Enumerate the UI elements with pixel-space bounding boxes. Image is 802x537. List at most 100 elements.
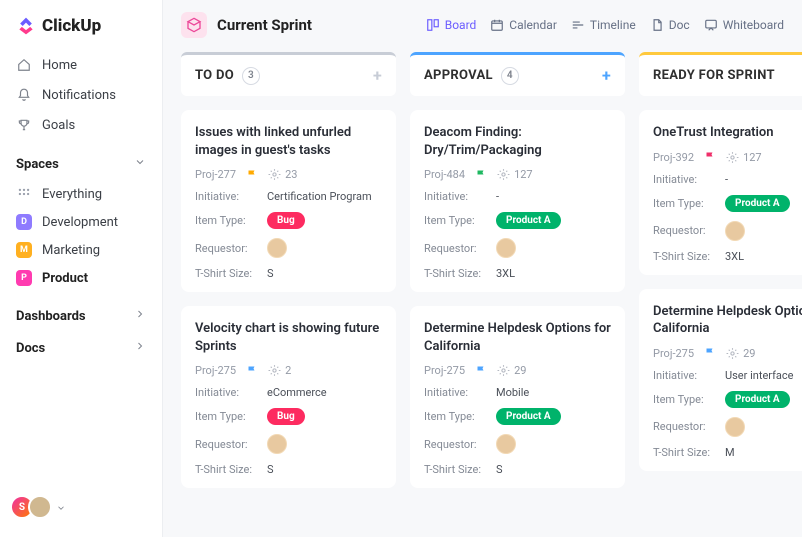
nav-home[interactable]: Home	[0, 50, 162, 80]
task-card[interactable]: Velocity chart is showing future Sprints…	[181, 306, 396, 488]
docs-header[interactable]: Docs	[0, 332, 162, 364]
nav-goals[interactable]: Goals	[0, 110, 162, 140]
doc-icon	[650, 18, 664, 32]
brand-logo[interactable]: ClickUp	[0, 12, 162, 50]
task-card[interactable]: OneTrust IntegrationProj-392127Initiativ…	[639, 110, 802, 275]
item-type-pill: Product A	[725, 391, 790, 408]
add-card-button[interactable]: +	[373, 66, 382, 85]
card-title: Deacom Finding: Dry/Trim/Packaging	[424, 124, 611, 159]
card-meta: Proj-484127	[424, 168, 611, 181]
tab-calendar-label: Calendar	[509, 18, 557, 32]
task-card[interactable]: Determine Helpdesk Options for Californi…	[410, 306, 625, 488]
add-card-button[interactable]: +	[602, 66, 611, 85]
tab-doc[interactable]: Doc	[650, 18, 690, 32]
metric: 127	[497, 168, 533, 181]
requestor-avatar	[725, 417, 745, 437]
flag-icon	[704, 347, 716, 359]
field-label: Requestor:	[653, 224, 725, 237]
card-field-row: Requestor:	[424, 238, 611, 258]
whiteboard-icon	[704, 18, 718, 32]
space-badge-p: P	[16, 270, 32, 286]
field-label: Initiative:	[195, 190, 267, 203]
bell-icon	[16, 87, 32, 103]
timeline-icon	[571, 18, 585, 32]
tab-calendar[interactable]: Calendar	[490, 18, 557, 32]
space-marketing[interactable]: M Marketing	[0, 236, 162, 264]
task-card[interactable]: Issues with linked unfurled images in gu…	[181, 110, 396, 292]
space-badge-m: M	[16, 242, 32, 258]
space-label: Marketing	[42, 243, 100, 258]
user-avatar-other[interactable]	[28, 495, 52, 519]
tab-whiteboard[interactable]: Whiteboard	[704, 18, 784, 32]
gear-icon	[497, 364, 510, 377]
field-label: Requestor:	[424, 438, 496, 451]
field-label: T-Shirt Size:	[195, 267, 267, 280]
field-value: eCommerce	[267, 386, 327, 399]
gear-icon	[268, 168, 281, 181]
field-label: Item Type:	[653, 393, 725, 406]
grid-icon	[16, 186, 32, 202]
requestor-avatar	[267, 238, 287, 258]
field-label: Item Type:	[424, 214, 496, 227]
sidebar: ClickUp Home Notifications Goals Spaces …	[0, 0, 163, 537]
requestor-avatar	[496, 434, 516, 454]
metric: 29	[497, 364, 526, 377]
field-label: Requestor:	[653, 420, 725, 433]
brand-name: ClickUp	[42, 16, 101, 36]
field-label: Initiative:	[653, 173, 725, 186]
space-label: Development	[42, 215, 118, 230]
user-avatars[interactable]: S	[0, 489, 162, 525]
field-label: Requestor:	[424, 242, 496, 255]
requestor-avatar	[725, 221, 745, 241]
field-value: S	[267, 463, 274, 476]
board-icon	[426, 18, 440, 32]
field-value: S	[496, 463, 503, 476]
item-type-pill: Product A	[496, 408, 561, 425]
task-card[interactable]: Deacom Finding: Dry/Trim/Packaging Proj-4…	[410, 110, 625, 292]
tab-board[interactable]: Board	[426, 18, 477, 32]
flag-icon	[704, 151, 716, 163]
task-card[interactable]: Determine Helpdesk Options for Californi…	[639, 289, 802, 471]
field-label: T-Shirt Size:	[195, 463, 267, 476]
field-label: Requestor:	[195, 242, 267, 255]
main-area: Current Sprint Board Calendar Timeline D…	[163, 0, 802, 537]
card-field-row: Item Type:Bug	[195, 212, 382, 229]
item-type-pill: Bug	[267, 408, 305, 425]
column-title: APPROVAL	[424, 68, 493, 83]
project-id: Proj-275	[195, 364, 236, 377]
space-everything[interactable]: Everything	[0, 180, 162, 208]
card-field-row: Initiative:eCommerce	[195, 386, 382, 399]
chevron-down-icon	[56, 498, 66, 517]
tab-doc-label: Doc	[669, 18, 690, 32]
column-header: APPROVAL 4 +	[410, 52, 625, 96]
column-title: TO DO	[195, 68, 234, 83]
gear-icon	[268, 364, 281, 377]
card-field-row: Requestor:	[653, 417, 802, 437]
requestor-avatar	[496, 238, 516, 258]
space-development[interactable]: D Development	[0, 208, 162, 236]
space-everything-label: Everything	[42, 187, 102, 202]
field-label: T-Shirt Size:	[424, 463, 496, 476]
card-meta: Proj-2752	[195, 364, 382, 377]
tab-timeline-label: Timeline	[590, 18, 636, 32]
card-field-row: T-Shirt Size:3XL	[424, 267, 611, 280]
gear-icon	[726, 347, 739, 360]
nav-notifications[interactable]: Notifications	[0, 80, 162, 110]
field-label: T-Shirt Size:	[653, 250, 725, 263]
space-product[interactable]: P Product	[0, 264, 162, 292]
flag-icon	[475, 169, 487, 181]
chevron-right-icon	[134, 340, 146, 356]
card-meta: Proj-27723	[195, 168, 382, 181]
column-count: 4	[501, 67, 519, 85]
field-label: T-Shirt Size:	[653, 446, 725, 459]
flag-icon	[246, 365, 258, 377]
tab-whiteboard-label: Whiteboard	[723, 18, 784, 32]
card-field-row: Item Type:Product A	[653, 195, 802, 212]
column-count: 3	[242, 67, 260, 85]
spaces-header[interactable]: Spaces	[0, 148, 162, 180]
dashboards-header[interactable]: Dashboards	[0, 300, 162, 332]
card-field-row: Item Type:Product A	[653, 391, 802, 408]
tab-timeline[interactable]: Timeline	[571, 18, 636, 32]
workspace-title[interactable]: Current Sprint	[181, 12, 312, 38]
card-title: Velocity chart is showing future Sprints	[195, 320, 382, 355]
